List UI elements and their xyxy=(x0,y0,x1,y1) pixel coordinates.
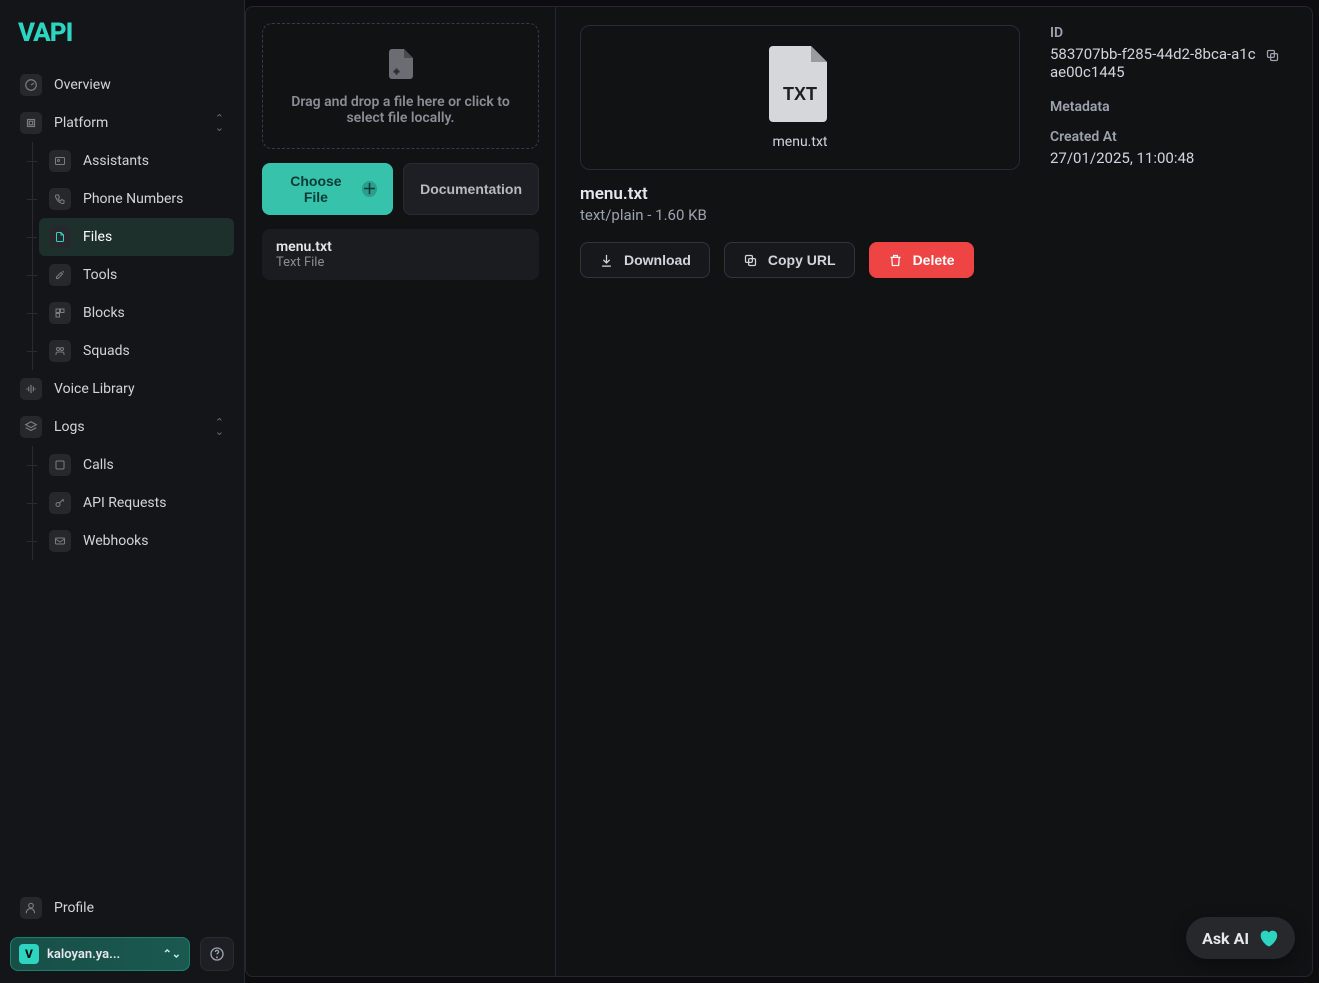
call-log-icon xyxy=(49,454,71,476)
file-id: 583707bb-f285-44d2-8bca-a1cae00c1445 xyxy=(1050,45,1259,81)
download-button[interactable]: Download xyxy=(580,242,710,278)
ask-ai-button[interactable]: Ask AI xyxy=(1186,917,1295,959)
nav-tools[interactable]: Tools xyxy=(39,256,234,294)
created-at-label: Created At xyxy=(1050,129,1280,145)
file-detail-column: TXT menu.txt menu.txt text/plain - 1.60 … xyxy=(556,7,1312,976)
created-at-value: 27/01/2025, 11:00:48 xyxy=(1050,149,1194,167)
file-detail-main: TXT menu.txt menu.txt text/plain - 1.60 … xyxy=(580,25,1020,958)
nav-profile[interactable]: Profile xyxy=(10,889,234,927)
cpu-icon xyxy=(20,112,42,134)
nav-item-label: Calls xyxy=(83,457,114,473)
documentation-button[interactable]: Documentation xyxy=(403,163,539,215)
file-icon xyxy=(49,226,71,248)
waveform-icon xyxy=(20,378,42,400)
nav-item-label: Files xyxy=(83,229,112,245)
tools-icon xyxy=(49,264,71,286)
nav-platform-label: Platform xyxy=(54,115,108,131)
trash-icon xyxy=(888,253,903,268)
nav-assistants[interactable]: Assistants xyxy=(39,142,234,180)
documentation-label: Documentation xyxy=(420,181,522,197)
user-switcher[interactable]: V kaloyan.ya... ⌃⌄ xyxy=(10,937,190,971)
nav-item-label: Webhooks xyxy=(83,533,149,549)
nav-webhooks[interactable]: Webhooks xyxy=(39,522,234,560)
choose-file-label: Choose File xyxy=(278,173,354,205)
nav-blocks[interactable]: Blocks xyxy=(39,294,234,332)
nav-api-requests[interactable]: API Requests xyxy=(39,484,234,522)
file-header: menu.txt text/plain - 1.60 KB xyxy=(580,184,1020,224)
chevron-updown-icon: ⌃⌄ xyxy=(163,948,181,961)
nav-item-label: API Requests xyxy=(83,495,166,511)
chevron-updown-icon: ⌃⌄ xyxy=(215,418,224,436)
main-panel: Drag and drop a file here or click to se… xyxy=(245,6,1313,977)
profile-icon xyxy=(20,897,42,919)
subnav-logs: Calls API Requests Webhooks xyxy=(32,446,234,560)
nav-logs-label: Logs xyxy=(54,419,85,435)
help-button[interactable] xyxy=(200,937,234,971)
copy-icon xyxy=(743,253,758,268)
download-label: Download xyxy=(624,252,691,268)
copy-url-label: Copy URL xyxy=(768,252,836,268)
file-type: Text File xyxy=(276,255,525,270)
sidebar-footer: Profile V kaloyan.ya... ⌃⌄ xyxy=(10,889,234,971)
nav-voice-library[interactable]: Voice Library xyxy=(10,370,234,408)
nav-calls[interactable]: Calls xyxy=(39,446,234,484)
gauge-icon xyxy=(20,74,42,96)
mail-icon xyxy=(49,530,71,552)
user-card-icon xyxy=(49,150,71,172)
nav-squads[interactable]: Squads xyxy=(39,332,234,370)
nav-item-label: Assistants xyxy=(83,153,149,169)
nav-phone-numbers[interactable]: Phone Numbers xyxy=(39,180,234,218)
nav-item-label: Squads xyxy=(83,343,130,359)
copy-id-button[interactable] xyxy=(1265,48,1280,67)
nav-item-label: Tools xyxy=(83,267,117,283)
file-add-icon xyxy=(383,46,419,82)
file-preview-label: menu.txt xyxy=(773,134,828,150)
choose-file-button[interactable]: Choose File ＋ xyxy=(262,163,393,215)
file-name: menu.txt xyxy=(276,239,525,255)
brand-logo: VAPI xyxy=(10,12,234,66)
layers-icon xyxy=(20,416,42,438)
nav: Overview Platform ⌃⌄ Assistants Phone Nu… xyxy=(10,66,234,889)
subnav-platform: Assistants Phone Numbers Files Tools Blo… xyxy=(32,142,234,370)
blocks-icon xyxy=(49,302,71,324)
upload-dropzone[interactable]: Drag and drop a file here or click to se… xyxy=(262,23,539,149)
file-meta: text/plain - 1.60 KB xyxy=(580,206,1020,224)
user-name: kaloyan.ya... xyxy=(47,947,120,962)
nav-logs[interactable]: Logs ⌃⌄ xyxy=(10,408,234,446)
file-preview: TXT menu.txt xyxy=(580,25,1020,170)
user-avatar-icon: V xyxy=(19,944,39,964)
squads-icon xyxy=(49,340,71,362)
nav-voice-library-label: Voice Library xyxy=(54,381,135,397)
heart-icon xyxy=(1257,927,1279,949)
nav-overview-label: Overview xyxy=(54,77,111,93)
metadata-label: Metadata xyxy=(1050,99,1280,115)
file-title: menu.txt xyxy=(580,184,1020,204)
file-detail-side: ID 583707bb-f285-44d2-8bca-a1cae00c1445 … xyxy=(1050,25,1280,958)
sidebar: VAPI Overview Platform ⌃⌄ Assistants xyxy=(0,0,245,983)
nav-profile-label: Profile xyxy=(54,900,94,916)
file-list-column: Drag and drop a file here or click to se… xyxy=(246,7,556,976)
nav-item-label: Blocks xyxy=(83,305,125,321)
key-icon xyxy=(49,492,71,514)
delete-button[interactable]: Delete xyxy=(869,242,974,278)
svg-text:TXT: TXT xyxy=(783,84,817,104)
id-label: ID xyxy=(1050,25,1280,41)
dropzone-text: Drag and drop a file here or click to se… xyxy=(279,94,522,126)
download-icon xyxy=(599,253,614,268)
plus-circle-icon: ＋ xyxy=(362,181,377,197)
copy-icon xyxy=(1265,48,1280,63)
delete-label: Delete xyxy=(913,252,955,268)
nav-files[interactable]: Files xyxy=(39,218,234,256)
help-icon xyxy=(209,946,225,962)
txt-file-icon: TXT xyxy=(769,46,831,122)
nav-platform[interactable]: Platform ⌃⌄ xyxy=(10,104,234,142)
chevron-updown-icon: ⌃⌄ xyxy=(215,114,224,132)
ask-ai-label: Ask AI xyxy=(1202,929,1249,948)
phone-icon xyxy=(49,188,71,210)
file-list-item[interactable]: menu.txt Text File xyxy=(262,229,539,280)
nav-item-label: Phone Numbers xyxy=(83,191,183,207)
nav-overview[interactable]: Overview xyxy=(10,66,234,104)
copy-url-button[interactable]: Copy URL xyxy=(724,242,855,278)
